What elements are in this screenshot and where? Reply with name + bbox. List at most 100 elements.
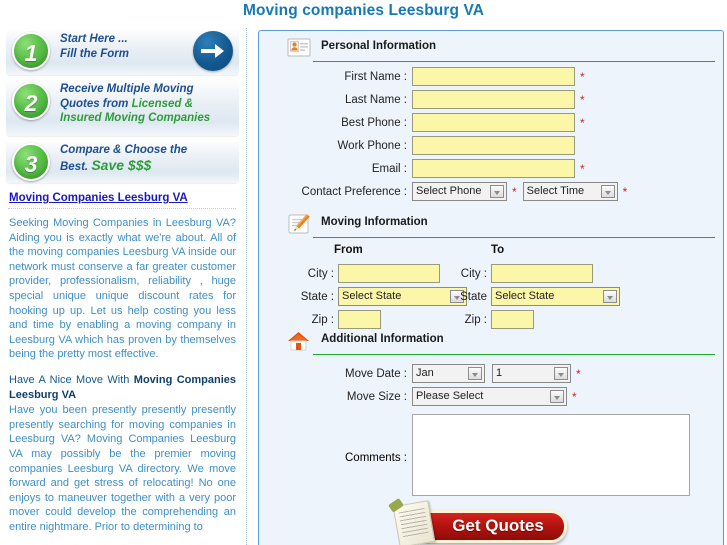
field-row-last-name: Last Name : * <box>259 90 723 109</box>
paperclip-icon <box>388 497 405 513</box>
to-state-value: Select State <box>495 290 555 302</box>
sidebar: 1 Start Here ... Fill the Form 2 Receive… <box>0 28 247 545</box>
section-title-personal: Personal Information <box>321 40 437 52</box>
section-rule-personal <box>313 61 715 62</box>
contact-preference-phone-select[interactable]: Select Phone <box>412 182 507 201</box>
submit-area: Get Quotes <box>259 497 723 545</box>
field-row-from-zip: Zip : <box>279 310 381 329</box>
work-phone-input[interactable] <box>412 136 575 155</box>
label-contact-preference: Contact Preference : <box>301 185 407 198</box>
get-quotes-label: Get Quotes <box>452 516 544 535</box>
arrow-right-glyph <box>201 44 224 58</box>
comments-textarea[interactable] <box>412 414 690 496</box>
steps-list: 1 Start Here ... Fill the Form 2 Receive… <box>6 28 239 183</box>
label-email: Email : <box>371 162 407 175</box>
step-3-line-1: Compare & Choose the <box>60 144 188 156</box>
label-from-zip: Zip : <box>311 313 334 326</box>
sidebar-paragraph-1: Seeking Moving Companies in Leesburg VA?… <box>9 217 236 361</box>
step-item-3: 3 Compare & Choose the Best. Save $$$ <box>6 139 239 183</box>
chevron-down-icon <box>603 290 617 303</box>
step-item-2: 2 Receive Multiple Moving Quotes from Li… <box>6 78 239 136</box>
section-header-personal: Personal Information <box>269 37 715 63</box>
step-2-line-1: Receive Multiple Moving <box>60 83 194 95</box>
house-icon <box>287 330 313 354</box>
from-zip-input[interactable] <box>338 310 381 329</box>
contact-preference-time-value: Select Time <box>526 185 585 197</box>
label-move-size: Move Size : <box>346 390 407 403</box>
email-input[interactable] <box>412 159 575 178</box>
required-marker-best-phone: * <box>580 115 585 130</box>
to-zip-input[interactable] <box>491 310 534 329</box>
step-text-2: Receive Multiple Moving Quotes from Lice… <box>60 82 235 126</box>
step-item-1: 1 Start Here ... Fill the Form <box>6 28 239 75</box>
best-phone-input[interactable] <box>412 113 575 132</box>
label-to-zip: Zip : <box>464 313 487 326</box>
contact-preference-time-select[interactable]: Select Time <box>522 182 618 201</box>
pencil-note-icon <box>287 213 313 237</box>
required-marker-contact-phone: * <box>512 184 517 199</box>
to-city-input[interactable] <box>491 264 593 283</box>
step-badge-2: 2 <box>12 82 50 120</box>
chevron-down-icon <box>550 390 564 403</box>
field-row-to-zip: Zip : <box>437 310 534 329</box>
moving-info-grid: From To City : State : Select State Zip … <box>259 242 723 329</box>
contact-card-icon <box>287 37 313 61</box>
from-column-header: From <box>334 244 363 256</box>
step-badge-1: 1 <box>12 32 50 70</box>
field-row-first-name: First Name : * <box>259 67 723 86</box>
field-row-best-phone: Best Phone : * <box>259 113 723 132</box>
step-2-line-2: Quotes from <box>60 97 132 110</box>
arrow-right-icon[interactable] <box>193 31 233 71</box>
page-title: Moving companies Leesburg VA <box>242 2 485 19</box>
field-row-email: Email : * <box>259 159 723 178</box>
section-header-additional: Additional Information <box>269 330 715 356</box>
field-row-to-city: City : <box>437 264 593 283</box>
chevron-down-icon <box>554 367 568 380</box>
get-quotes-button[interactable]: Get Quotes <box>388 497 567 545</box>
move-size-value: Please Select <box>416 390 484 402</box>
step-text-3: Compare & Choose the Best. Save $$$ <box>60 143 235 174</box>
section-rule-additional <box>313 354 715 355</box>
field-row-from-city: City : <box>279 264 440 283</box>
required-marker-last-name: * <box>580 92 585 107</box>
to-state-select[interactable]: Select State <box>491 287 620 306</box>
last-name-input[interactable] <box>412 90 575 109</box>
step-3-line-2-wrap: Best. Save $$$ <box>60 156 235 175</box>
from-state-value: Select State <box>342 290 402 302</box>
from-city-input[interactable] <box>338 264 440 283</box>
sidebar-divider <box>8 208 236 209</box>
move-date-month-value: Jan <box>416 367 434 379</box>
contact-preference-phone-value: Select Phone <box>416 185 482 197</box>
move-size-select[interactable]: Please Select <box>412 387 567 406</box>
step-2-line-3-green: Insured Moving Companies <box>60 112 211 124</box>
label-best-phone: Best Phone : <box>341 116 407 129</box>
step-3-line-2-green: Save $$$ <box>91 156 152 173</box>
step-2-line-2-wrap: Quotes from Licensed & <box>60 97 235 112</box>
to-column-header: To <box>491 244 505 256</box>
chevron-down-icon <box>600 185 615 198</box>
move-date-day-value: 1 <box>496 367 503 379</box>
step-2-line-2-green: Licensed & <box>131 97 193 110</box>
sidebar-heading-2: Have A Nice Move With Moving Companies L… <box>9 373 236 402</box>
field-row-comments: Comments : <box>259 414 723 496</box>
move-date-day-select[interactable]: 1 <box>492 364 571 383</box>
required-marker-move-date: * <box>576 366 581 381</box>
label-first-name: First Name : <box>344 70 407 83</box>
step-3-line-2: Best. <box>60 160 92 173</box>
move-date-month-select[interactable]: Jan <box>412 364 485 383</box>
sidebar-link-moving-companies[interactable]: Moving Companies Leesburg VA <box>9 192 238 204</box>
label-work-phone: Work Phone : <box>337 139 407 152</box>
required-marker-contact-time: * <box>622 184 628 199</box>
sidebar-paragraph-2: Have you been presently presently presen… <box>9 404 236 533</box>
quote-form-panel: Personal Information First Name : * Last… <box>258 30 724 545</box>
field-row-work-phone: Work Phone : <box>259 136 723 155</box>
chevron-down-icon <box>490 185 504 198</box>
label-move-date: Move Date : <box>345 367 407 380</box>
required-marker-move-size: * <box>572 389 577 404</box>
label-from-city: City : <box>307 267 334 280</box>
field-row-to-state: State Select State <box>437 287 620 306</box>
quote-document-icon <box>388 497 436 545</box>
first-name-input[interactable] <box>412 67 575 86</box>
section-header-moving: Moving Information <box>269 213 715 239</box>
label-to-state: State <box>460 290 487 303</box>
